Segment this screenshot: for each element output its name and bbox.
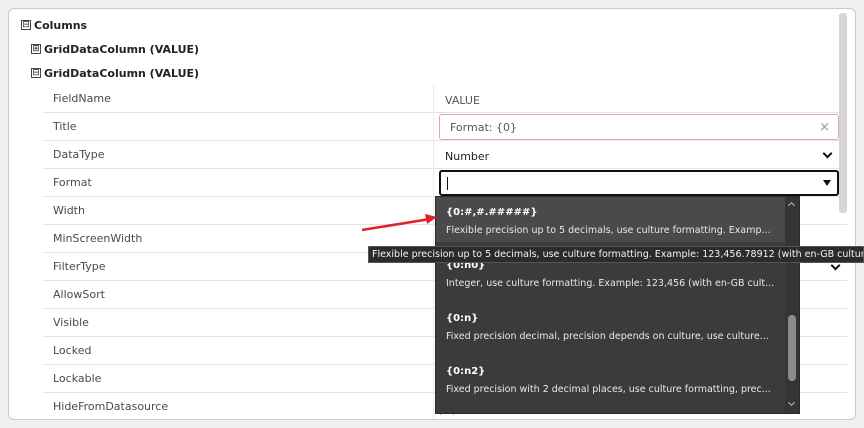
format-option[interactable]: {0:n0} Integer, use culture formatting. … bbox=[446, 260, 776, 289]
datatype-value: Number bbox=[445, 149, 490, 163]
format-dropdown-list: {0:#,#.#####} Flexible precision up to 5… bbox=[435, 196, 800, 414]
property-row-title: Title Format: {0} × bbox=[43, 113, 847, 141]
property-label: HideFromDatasource bbox=[53, 400, 169, 413]
dropdown-scrollbar[interactable] bbox=[785, 197, 799, 413]
property-row-datatype: DataType Number bbox=[43, 141, 847, 169]
column-divider bbox=[433, 365, 434, 392]
property-label: MinScreenWidth bbox=[53, 232, 143, 245]
column-divider bbox=[433, 85, 434, 112]
column-divider bbox=[433, 281, 434, 308]
property-label: Lockable bbox=[53, 372, 102, 385]
fieldname-value: VALUE bbox=[445, 94, 480, 107]
format-option-code: {0:n} bbox=[446, 313, 479, 324]
dropdown-arrow-icon[interactable] bbox=[823, 180, 831, 186]
property-row-fieldname: FieldName VALUE bbox=[43, 85, 847, 113]
text-caret bbox=[447, 176, 448, 190]
format-option-description: Integer, use culture formatting. Example… bbox=[446, 278, 775, 289]
scrollbar-thumb[interactable] bbox=[788, 315, 796, 381]
column-divider bbox=[433, 113, 434, 140]
title-input[interactable]: Format: {0} × bbox=[439, 114, 839, 140]
property-label: DataType bbox=[53, 148, 105, 161]
property-label: Visible bbox=[53, 316, 89, 329]
property-label: FilterType bbox=[53, 260, 106, 273]
property-label: Title bbox=[53, 120, 77, 133]
format-option-description: Fixed precision with 2 decimal places, u… bbox=[446, 384, 771, 395]
collapse-icon[interactable]: ⊟ bbox=[21, 20, 31, 30]
clear-icon[interactable]: × bbox=[819, 120, 830, 135]
property-row-format: Format bbox=[43, 169, 847, 197]
column-divider bbox=[433, 197, 434, 224]
format-option-description: Flexible precision up to 5 decimals, use… bbox=[446, 225, 771, 236]
chevron-down-icon[interactable] bbox=[822, 148, 833, 159]
column-divider bbox=[433, 309, 434, 336]
scroll-down-icon[interactable] bbox=[787, 398, 796, 407]
column-divider bbox=[433, 337, 434, 364]
column-divider bbox=[433, 169, 434, 196]
property-label: AllowSort bbox=[53, 288, 105, 301]
option-tooltip: Flexible precision up to 5 decimals, use… bbox=[368, 246, 864, 263]
format-option[interactable]: {0:n2} Fixed precision with 2 decimal pl… bbox=[446, 366, 776, 395]
scroll-up-icon[interactable] bbox=[787, 201, 796, 210]
property-label: Width bbox=[53, 204, 85, 217]
columns-node[interactable]: ⊟ Columns bbox=[9, 13, 87, 37]
property-label: Format bbox=[53, 176, 92, 189]
grid-data-column-label-2: GridDataColumn (VALUE) bbox=[44, 66, 200, 80]
format-combobox-input[interactable] bbox=[439, 170, 839, 196]
column-divider bbox=[433, 141, 434, 168]
property-label: Locked bbox=[53, 344, 92, 357]
grid-data-column-label-1: GridDataColumn (VALUE) bbox=[44, 42, 200, 56]
grid-data-column-node-2[interactable]: ⊟ GridDataColumn (VALUE) bbox=[9, 61, 199, 85]
expand-icon[interactable]: ⊞ bbox=[31, 44, 41, 54]
format-option[interactable]: {0:#,#.#####} Flexible precision up to 5… bbox=[446, 207, 776, 236]
format-option-description: Fixed precision decimal, precision depen… bbox=[446, 331, 769, 342]
column-divider bbox=[433, 393, 434, 419]
format-option-code: {0:#,#.#####} bbox=[446, 207, 538, 218]
columns-node-label: Columns bbox=[34, 18, 88, 32]
panel-scrollbar[interactable] bbox=[839, 13, 847, 213]
property-label: FieldName bbox=[53, 92, 111, 105]
title-input-value: Format: {0} bbox=[450, 120, 517, 134]
format-option-code: {0:n2} bbox=[446, 366, 486, 377]
collapse-icon[interactable]: ⊟ bbox=[31, 68, 41, 78]
datatype-select[interactable]: Number bbox=[439, 143, 839, 169]
format-option[interactable]: {0:n} Fixed precision decimal, precision… bbox=[446, 313, 776, 342]
grid-data-column-node-1[interactable]: ⊞ GridDataColumn (VALUE) bbox=[9, 37, 199, 61]
